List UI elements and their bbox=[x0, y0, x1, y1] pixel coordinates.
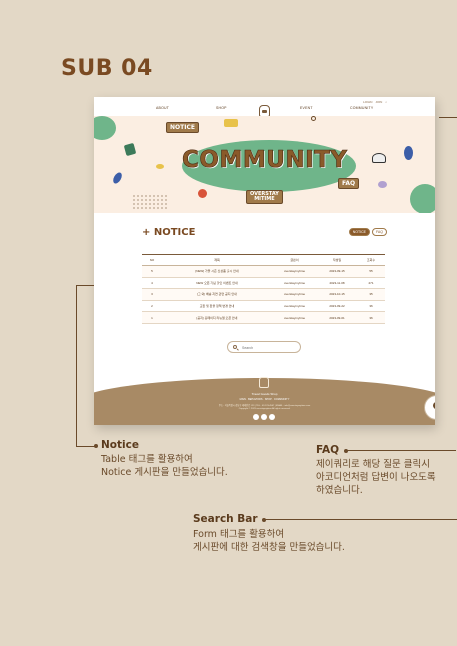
row-writer: overstaymytime bbox=[272, 277, 317, 290]
notice-table: NO 제목 글쓴이 작성일 조회수 5 [NEW] 가을 시즌 신상품 출시 안… bbox=[142, 254, 385, 324]
ticket-icon bbox=[224, 119, 238, 127]
row-date: 2023-09-22 bbox=[317, 300, 357, 313]
main-nav: ABOUT SHOP EVENT COMMUNITY bbox=[94, 103, 435, 117]
board-tabs: NOTICE FAQ bbox=[348, 228, 387, 236]
notice-heading: + NOTICE bbox=[142, 227, 196, 238]
faq-tag: FAQ bbox=[338, 178, 360, 189]
row-date: 2023-09-15 bbox=[317, 265, 357, 278]
search-connector bbox=[264, 519, 457, 520]
row-views: 35 bbox=[357, 288, 385, 301]
row-views: 36 bbox=[357, 300, 385, 313]
row-date: 2023-10-15 bbox=[317, 288, 357, 301]
table-row[interactable]: 1 [공지] 홈페이지 리뉴얼 오픈 안내 overstaymytime 202… bbox=[142, 311, 385, 324]
banner-heading: COMMUNITY bbox=[182, 147, 348, 174]
annotation-faq-line2: 아코디언처럼 답변이 나오도록 bbox=[316, 472, 436, 483]
nav-event[interactable]: EVENT bbox=[300, 106, 313, 110]
row-title[interactable]: 교환 및 환불 정책 변경 안내 bbox=[162, 300, 272, 313]
row-views: 271 bbox=[357, 277, 385, 290]
row-views: 36 bbox=[357, 311, 385, 324]
annotation-notice-title: Notice bbox=[101, 439, 139, 451]
twitter-icon[interactable] bbox=[261, 414, 267, 420]
col-date: 작성일 bbox=[317, 254, 357, 266]
annotation-notice-line1: Table 태그를 활용하여 bbox=[101, 454, 193, 465]
annotation-notice-line2: Notice 게시판을 만들었습니다. bbox=[101, 467, 228, 478]
row-no: 2 bbox=[142, 300, 162, 313]
row-writer: overstaymytime bbox=[272, 311, 317, 324]
social-links bbox=[253, 414, 275, 420]
footer-copyright: Copyright © 2023 overstaymytime All righ… bbox=[238, 408, 291, 410]
col-title: 제목 bbox=[162, 254, 272, 266]
search-bar bbox=[227, 341, 301, 353]
row-date: 2023-09-01 bbox=[317, 311, 357, 324]
row-date: 2023-11-08 bbox=[317, 277, 357, 290]
annotation-faq-line3: 하였습니다. bbox=[316, 485, 363, 496]
row-no: 1 bbox=[142, 311, 162, 324]
green-blob-small bbox=[94, 116, 116, 140]
notice-connector-vertical bbox=[76, 285, 77, 447]
notice-tag: NOTICE bbox=[166, 122, 199, 133]
photo-icon bbox=[123, 142, 137, 157]
purple-bean bbox=[378, 181, 387, 188]
footer-logo bbox=[259, 377, 269, 388]
table-row[interactable]: 5 [NEW] 가을 시즌 신상품 출시 안내 overstaymytime 2… bbox=[142, 265, 385, 278]
nav-shop[interactable]: SHOP bbox=[216, 106, 227, 110]
yellow-bean bbox=[156, 164, 164, 169]
camera-icon bbox=[198, 189, 207, 198]
page-title: SUB 04 bbox=[61, 56, 153, 81]
community-banner: NOTICE COMMUNITY FAQ OVERSTAY MITIME bbox=[94, 116, 435, 213]
overstay-line-2: MITIME bbox=[254, 196, 275, 202]
faq-connector bbox=[346, 450, 456, 451]
annotation-faq-title: FAQ bbox=[316, 444, 340, 456]
table-row[interactable]: 4 NEW 오픈 기념 할인 이벤트 안내 overstaymytime 202… bbox=[142, 277, 385, 290]
hat-icon bbox=[372, 153, 386, 163]
table-row[interactable]: 3 [그 외] 배송 지연 관련 공지 안내 overstaymytime 20… bbox=[142, 288, 385, 301]
tab-faq[interactable]: FAQ bbox=[371, 228, 387, 236]
row-writer: overstaymytime bbox=[272, 288, 317, 301]
row-title[interactable]: [그 외] 배송 지연 관련 공지 안내 bbox=[162, 288, 272, 301]
col-writer: 글쓴이 bbox=[272, 254, 317, 266]
clock-icon bbox=[311, 116, 316, 121]
overstay-tag: OVERSTAY MITIME bbox=[246, 190, 283, 204]
annotation-search-line2: 게시판에 대한 검색창을 만들었습니다. bbox=[193, 542, 345, 553]
faq-connector-top bbox=[439, 117, 457, 118]
annotation-search-title: Search Bar bbox=[193, 513, 258, 525]
col-views: 조회수 bbox=[357, 254, 385, 266]
annotation-search-line1: Form 태그를 활용하여 bbox=[193, 529, 285, 540]
blue-bean-2 bbox=[111, 171, 124, 185]
footer-info: 주소 : 서울특별시 강남구 테헤란로 123 | TEL : 02-123-4… bbox=[218, 405, 311, 407]
footer-links[interactable]: MAIN · BEHAVIORS · SHOP · COMMUNITY bbox=[94, 398, 435, 401]
row-title[interactable]: [공지] 홈페이지 리뉴얼 오픈 안내 bbox=[162, 311, 272, 324]
row-no: 5 bbox=[142, 265, 162, 278]
search-icon[interactable] bbox=[233, 345, 237, 349]
row-no: 4 bbox=[142, 277, 162, 290]
footer-name: Travel Goods Shop bbox=[251, 392, 278, 396]
tab-notice[interactable]: NOTICE bbox=[348, 228, 370, 236]
green-blob-right bbox=[410, 184, 435, 213]
col-no: NO bbox=[142, 254, 162, 266]
nav-about[interactable]: ABOUT bbox=[156, 106, 169, 110]
notice-connector-top bbox=[76, 285, 94, 286]
row-title[interactable]: NEW 오픈 기념 할인 이벤트 안내 bbox=[162, 277, 272, 290]
table-row[interactable]: 2 교환 및 환불 정책 변경 안내 overstaymytime 2023-0… bbox=[142, 300, 385, 313]
blue-bean bbox=[404, 146, 413, 160]
notice-dot bbox=[94, 444, 98, 448]
row-views: 55 bbox=[357, 265, 385, 278]
dots-pattern bbox=[132, 194, 168, 210]
row-no: 3 bbox=[142, 288, 162, 301]
row-writer: overstaymytime bbox=[272, 300, 317, 313]
facebook-icon[interactable] bbox=[269, 414, 275, 420]
nav-community[interactable]: COMMUNITY bbox=[350, 106, 373, 110]
row-title[interactable]: [NEW] 가을 시즌 신상품 출시 안내 bbox=[162, 265, 272, 278]
instagram-icon[interactable] bbox=[253, 414, 259, 420]
annotation-faq-line1: 제이쿼리로 해당 질문 클릭시 bbox=[316, 459, 430, 470]
row-writer: overstaymytime bbox=[272, 265, 317, 278]
search-input[interactable] bbox=[242, 344, 292, 351]
notice-connector-bottom bbox=[76, 446, 96, 447]
website-mockup: LOGIN JOIN ⌕ ABOUT SHOP EVENT COMMUNITY … bbox=[94, 97, 435, 425]
